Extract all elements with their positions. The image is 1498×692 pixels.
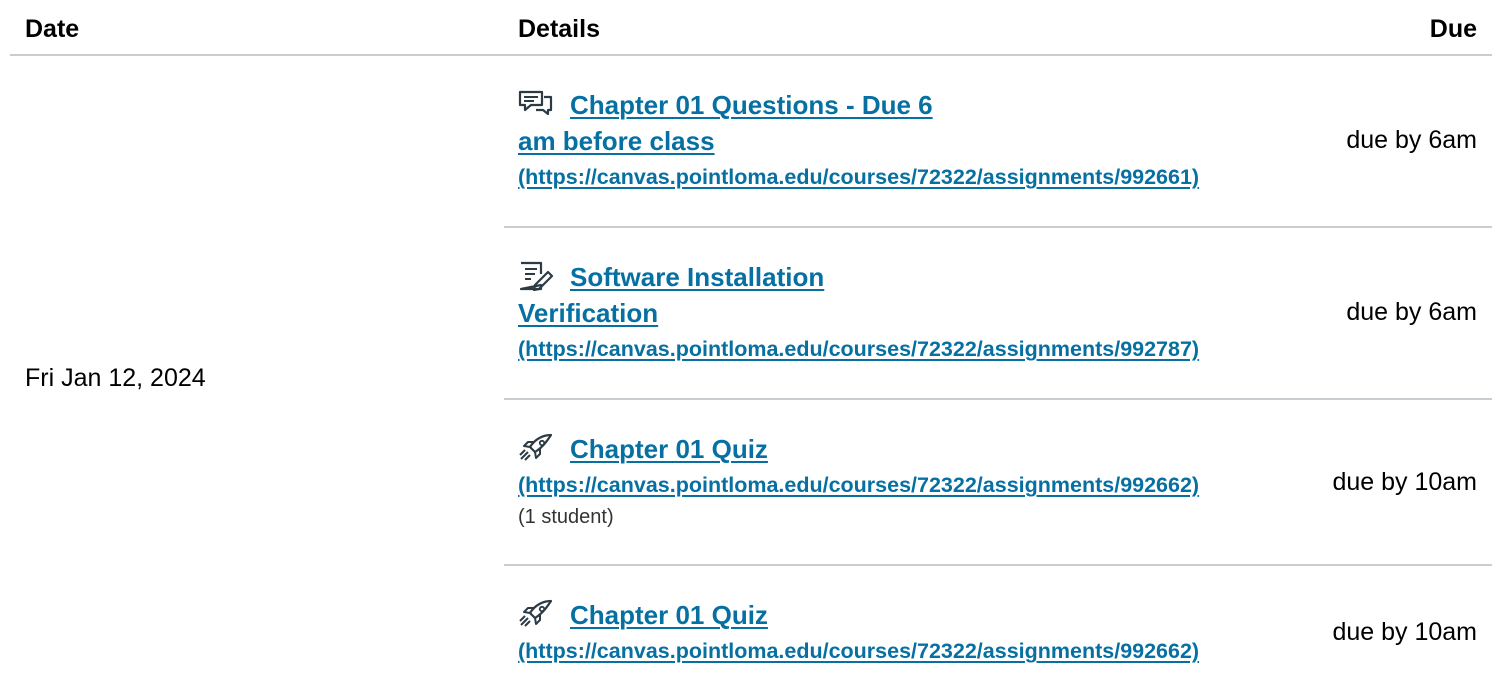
- table-row: Software Installation Verification (http…: [504, 228, 1492, 400]
- quiz-url-link[interactable]: (https://canvas.pointloma.edu/courses/72…: [518, 473, 1199, 497]
- quiz-rocket-icon: [519, 599, 553, 627]
- details-cell: Chapter 01 Quiz (https://canvas.pointlom…: [518, 431, 1318, 531]
- table-row: Chapter 01 Quiz (https://canvas.pointlom…: [504, 400, 1492, 566]
- assignment-title-link-cont[interactable]: Verification: [518, 298, 658, 328]
- details-cell: Chapter 01 Questions - Due 6 am before c…: [518, 87, 1318, 195]
- details-cell: Software Installation Verification (http…: [518, 259, 1318, 367]
- table-row: Chapter 01 Quiz (https://canvas.pointlom…: [504, 566, 1492, 692]
- due-cell: due by 6am: [1346, 126, 1477, 154]
- quiz-url-link[interactable]: (https://canvas.pointloma.edu/courses/72…: [518, 639, 1199, 663]
- assignment-url-link[interactable]: (https://canvas.pointloma.edu/courses/72…: [518, 165, 1199, 189]
- date-cell: Fri Jan 12, 2024: [25, 364, 206, 392]
- column-header-details: Details: [518, 15, 600, 43]
- assignment-title-link[interactable]: Chapter 01 Questions - Due 6: [570, 90, 933, 120]
- due-cell: due by 10am: [1332, 468, 1477, 496]
- due-cell: due by 6am: [1346, 298, 1477, 326]
- quiz-title-link[interactable]: Chapter 01 Quiz: [570, 600, 768, 630]
- assignment-title-link-cont[interactable]: am before class: [518, 126, 715, 156]
- quiz-rocket-icon: [519, 433, 553, 461]
- table-header: Date Details Due: [10, 0, 1492, 56]
- assignment-icon: [519, 261, 554, 291]
- table-row: Chapter 01 Questions - Due 6 am before c…: [504, 56, 1492, 228]
- column-header-date: Date: [25, 15, 80, 43]
- discussion-icon: [518, 90, 553, 116]
- due-cell: due by 10am: [1332, 618, 1477, 646]
- quiz-title-link[interactable]: Chapter 01 Quiz: [570, 434, 768, 464]
- details-cell: Chapter 01 Quiz (https://canvas.pointlom…: [518, 597, 1318, 669]
- assignment-title-link[interactable]: Software Installation: [570, 262, 824, 292]
- column-header-due: Due: [1429, 15, 1477, 43]
- student-count-note: (1 student): [518, 506, 614, 528]
- assignment-url-link[interactable]: (https://canvas.pointloma.edu/courses/72…: [518, 337, 1199, 361]
